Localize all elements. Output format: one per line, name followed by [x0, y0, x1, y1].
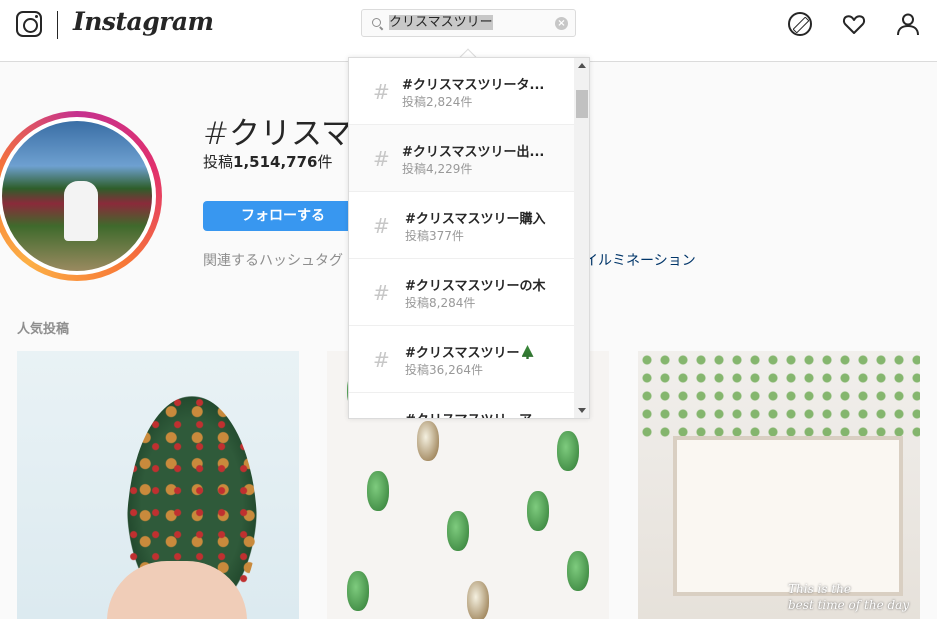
search-result-count: 投稿8,284件: [405, 296, 476, 310]
search-result-item[interactable]: # #クリスマスツリーア: [349, 393, 574, 418]
ornament-image: [417, 421, 439, 461]
explore-compass-icon[interactable]: [788, 12, 812, 36]
hashtag-avatar: [0, 117, 156, 275]
search-result-count: 投稿2,824件: [402, 95, 473, 109]
search-result-name: #クリスマスツリー購入: [405, 212, 546, 227]
hashtag-icon: #: [373, 80, 390, 104]
ornament-image: [447, 511, 469, 551]
hashtag-avatar-ring: [0, 111, 162, 281]
search-result-name: #クリスマスツリータ...: [402, 78, 545, 93]
logo-divider: [57, 11, 58, 39]
follow-button[interactable]: フォローする: [203, 201, 363, 231]
profile-user-icon[interactable]: [896, 12, 920, 36]
search-result-item[interactable]: # #クリスマスツリータ... 投稿2,824件: [349, 58, 574, 125]
search-result-item[interactable]: # #クリスマスツリー 投稿36,264件: [349, 326, 574, 393]
photo-caption-line-2: best time of the day: [788, 598, 910, 612]
heart-icon[interactable]: [842, 12, 866, 36]
post-count: 投稿1,514,776件: [203, 151, 333, 172]
search-input[interactable]: クリスマスツリー: [388, 13, 494, 33]
search-result-name: #クリスマスツリーの木: [405, 279, 546, 294]
search-result-item[interactable]: # #クリスマスツリーの木 投稿8,284件: [349, 259, 574, 326]
search-result-name: #クリスマスツリーア: [405, 409, 532, 418]
hashtag-icon: #: [373, 147, 390, 171]
scrollbar-thumb[interactable]: [576, 90, 588, 118]
search-result-count: 投稿377件: [405, 229, 464, 243]
search-input-value: クリスマスツリー: [389, 15, 493, 30]
christmas-tree-icon: [521, 345, 534, 359]
ornament-image: [527, 491, 549, 531]
ornament-image: [567, 551, 589, 591]
hashtag-icon: #: [373, 348, 390, 372]
search-box[interactable]: クリスマスツリー ×: [361, 9, 576, 37]
photo-caption-line-1: This is the: [788, 582, 852, 596]
ornament-image: [467, 581, 489, 619]
post-count-label: 投稿: [203, 153, 234, 171]
instagram-wordmark[interactable]: Instagram: [73, 7, 214, 36]
hashtag-icon: #: [373, 214, 390, 238]
leaves-image: [638, 351, 920, 441]
related-hashtag-link[interactable]: イルミネーション: [584, 250, 696, 270]
search-result-item[interactable]: # #クリスマスツリー購入 投稿377件: [349, 192, 574, 259]
bakery-box-image: [673, 436, 903, 596]
clear-search-icon[interactable]: ×: [555, 17, 568, 30]
search-result-count: 投稿4,229件: [402, 162, 473, 176]
instagram-logo-icon[interactable]: [16, 11, 42, 37]
post-count-unit: 件: [317, 153, 333, 171]
search-result-item[interactable]: # #クリスマスツリー出... 投稿4,229件: [349, 125, 574, 192]
search-result-name: #クリスマスツリー出...: [402, 145, 545, 160]
top-post-3[interactable]: This is the best time of the day: [638, 351, 920, 619]
scroll-down-arrow-icon[interactable]: [578, 408, 586, 413]
related-hashtags-label: 関連するハッシュタグ: [203, 253, 343, 269]
ornament-image: [347, 571, 369, 611]
top-post-1[interactable]: [17, 351, 299, 619]
search-results-dropdown: # #クリスマスツリータ... 投稿2,824件 # #クリスマスツリー出...…: [348, 57, 590, 419]
dropdown-scrollbar[interactable]: [574, 58, 589, 418]
search-result-count: 投稿36,264件: [405, 363, 483, 377]
search-result-name-text: #クリスマスツリー: [405, 346, 520, 361]
hashtag-icon: #: [373, 415, 390, 418]
scroll-up-arrow-icon[interactable]: [578, 63, 586, 68]
photo-caption: This is the best time of the day: [788, 581, 909, 613]
search-icon: [372, 18, 381, 27]
search-result-name: #クリスマスツリー: [405, 342, 534, 361]
top-posts-heading: 人気投稿: [17, 322, 70, 337]
hashtag-icon: #: [373, 281, 390, 305]
ornament-image: [367, 471, 389, 511]
ornament-image: [557, 431, 579, 471]
post-count-value: 1,514,776: [233, 153, 318, 171]
